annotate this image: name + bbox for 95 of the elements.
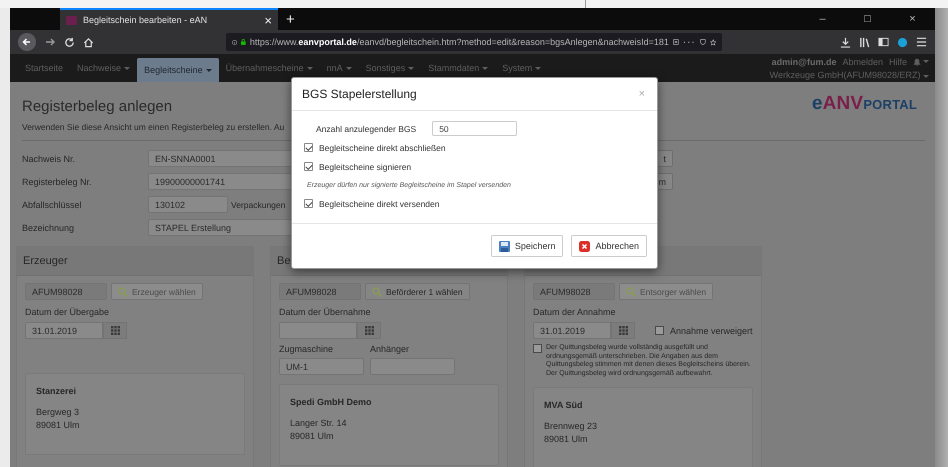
user-email: admin@fum.de bbox=[772, 56, 836, 66]
logout-link[interactable]: Abmelden bbox=[842, 56, 883, 66]
address-line: Brennweg 23 bbox=[544, 421, 598, 431]
checkbox-label: Annahme verweigert bbox=[670, 326, 753, 336]
window-control-button[interactable]: – bbox=[800, 8, 845, 30]
caret-icon bbox=[206, 68, 212, 72]
window-control-button[interactable]: × bbox=[890, 8, 935, 30]
library-icon[interactable] bbox=[859, 36, 870, 48]
reader-view-icon[interactable] bbox=[672, 37, 679, 47]
checkbox-label: Begleitscheine signieren bbox=[319, 162, 412, 172]
search-icon bbox=[372, 286, 382, 296]
caret-icon bbox=[306, 66, 313, 70]
calendar-button[interactable] bbox=[611, 322, 635, 339]
calendar-icon bbox=[364, 326, 374, 335]
page-actions-button[interactable]: ··· bbox=[682, 36, 696, 48]
field-label: Datum der Übergabe bbox=[25, 307, 110, 317]
caret-icon bbox=[923, 60, 929, 63]
help-link[interactable]: Hilfe bbox=[888, 56, 907, 66]
page-title: Registerbeleg anlegen bbox=[22, 98, 172, 115]
intro-text: Verwenden Sie diese Ansicht um einen Registerbeleg zu erstellen. Au bbox=[22, 122, 286, 132]
checkbox-label: Begleitscheine direkt abschließen bbox=[319, 142, 446, 152]
checkbox[interactable] bbox=[304, 162, 313, 171]
caret-icon bbox=[408, 66, 414, 70]
field-label: Nachweis Nr. bbox=[22, 154, 76, 164]
cancel-icon bbox=[579, 240, 590, 252]
choose-button[interactable]: Beförderer 1 wählen bbox=[365, 283, 470, 300]
new-tab-button[interactable]: + bbox=[278, 8, 303, 30]
menu-icon[interactable] bbox=[916, 37, 927, 47]
tab-title: Begleitschein bearbeiten - eAN bbox=[83, 15, 208, 25]
field-label: Datum der Annahme bbox=[533, 307, 617, 317]
address-line: 89081 Ulm bbox=[290, 431, 335, 441]
close-button[interactable]: × bbox=[638, 88, 645, 100]
search-icon bbox=[626, 286, 636, 296]
checkbox[interactable] bbox=[304, 199, 313, 208]
field-label: Abfallschlüssel bbox=[22, 200, 83, 210]
address-line: 89081 Ulm bbox=[544, 434, 589, 444]
bell-icon[interactable] bbox=[913, 58, 921, 66]
window-control-button[interactable]: □ bbox=[845, 8, 890, 30]
cancel-button[interactable]: Abbrechen bbox=[571, 235, 647, 257]
info-icon bbox=[232, 38, 238, 46]
sidebar-icon[interactable] bbox=[878, 37, 889, 47]
checkbox[interactable] bbox=[304, 143, 313, 152]
field-label: Anzahl anzulegender BGS bbox=[316, 124, 416, 134]
address-line: Langer Str. 14 bbox=[290, 418, 348, 428]
field-label: Registerbeleg Nr. bbox=[22, 176, 93, 186]
calendar-icon bbox=[110, 326, 120, 335]
caret-icon bbox=[535, 66, 542, 70]
save-button[interactable]: Speichern bbox=[490, 235, 564, 257]
nav-menu-item[interactable]: Startseite bbox=[18, 54, 70, 82]
company-name: MVA Süd bbox=[544, 400, 584, 410]
star-icon[interactable] bbox=[710, 36, 716, 48]
caret-icon bbox=[346, 66, 352, 70]
text-field[interactable]: UM-1 bbox=[279, 358, 364, 375]
checkbox-label: Begleitscheine direkt versenden bbox=[319, 198, 440, 208]
checkbox[interactable] bbox=[655, 326, 664, 335]
lock-icon bbox=[241, 37, 246, 47]
company-name: Spedi GmbH Demo bbox=[290, 397, 373, 407]
calendar-button[interactable] bbox=[357, 322, 381, 339]
dialog-title: BGS Stapelerstellung bbox=[302, 87, 417, 101]
address-bar[interactable]: https://www.eanvportal.de/eanvd/begleitschein.htm?method=edit&reason=bgsAnlegen&nachweisId=181 ··· bbox=[226, 33, 722, 51]
caret-icon bbox=[482, 66, 488, 70]
browser-tab[interactable]: Begleitschein bearbeiten - eAN × bbox=[60, 8, 278, 30]
floppy-icon bbox=[498, 240, 510, 252]
shield-icon[interactable] bbox=[700, 37, 706, 47]
extension-icon[interactable] bbox=[897, 36, 908, 48]
logo: eANVPORTAL bbox=[812, 93, 917, 115]
favicon-icon bbox=[66, 16, 77, 24]
date-field[interactable]: 31.01.2019 bbox=[533, 322, 611, 339]
caret-icon bbox=[124, 66, 130, 70]
company-menu[interactable]: Werkzeuge GmbH(AFUM98028/ERZ) bbox=[770, 70, 929, 80]
forward-icon[interactable] bbox=[44, 36, 56, 48]
panel-header: Erzeuger bbox=[17, 247, 253, 276]
calendar-icon bbox=[618, 326, 628, 335]
download-icon[interactable] bbox=[840, 36, 851, 48]
back-icon[interactable] bbox=[18, 33, 36, 51]
address-line: 89081 Ulm bbox=[36, 420, 81, 430]
checkbox[interactable] bbox=[533, 344, 542, 353]
close-tab-button[interactable]: × bbox=[264, 12, 272, 28]
calendar-button[interactable] bbox=[103, 322, 127, 339]
field-label: Datum der Übernahme bbox=[279, 307, 372, 317]
nav-menu-item[interactable]: Nachweise bbox=[70, 54, 138, 82]
date-field[interactable]: 31.01.2019 bbox=[25, 322, 103, 339]
caret-icon bbox=[923, 74, 929, 78]
field-label: Zugmaschine bbox=[279, 344, 334, 354]
company-name: Stanzerei bbox=[36, 386, 78, 396]
search-icon bbox=[118, 286, 128, 296]
reload-icon[interactable] bbox=[64, 36, 75, 48]
number-field[interactable]: 50 bbox=[432, 121, 518, 136]
field-label: Verpackungen bbox=[231, 200, 286, 210]
field-label: Bezeichnung bbox=[22, 222, 76, 232]
text-field[interactable]: 130102 bbox=[148, 196, 228, 213]
address-line: Bergweg 3 bbox=[36, 407, 80, 417]
home-icon[interactable] bbox=[83, 36, 94, 48]
nav-menu-item[interactable]: Begleitscheine bbox=[137, 58, 219, 82]
field-label: Anhänger bbox=[370, 344, 410, 354]
